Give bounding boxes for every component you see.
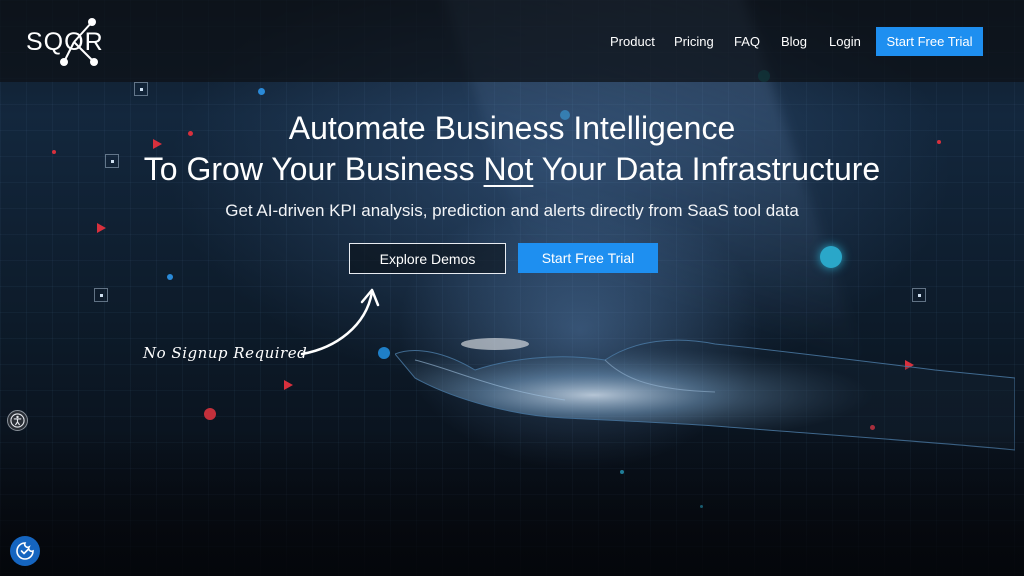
hero-start-free-trial-button[interactable]: Start Free Trial [518, 243, 658, 273]
particle-dot [820, 246, 842, 268]
headline-line-1: Automate Business Intelligence [288, 110, 736, 146]
particle-dot [204, 408, 216, 420]
accessibility-figure-icon [10, 413, 25, 428]
particle-triangle [97, 223, 106, 233]
sqor-logo[interactable]: SQOR [26, 16, 110, 68]
no-signup-note: No Signup Required [143, 344, 308, 362]
site-header: SQOR Product Pricing FAQ Blog Login Star… [0, 0, 1024, 82]
headline-line-2-end: Your Data Infrastructure [533, 151, 881, 187]
bottom-shade [0, 430, 1024, 576]
hero-background [0, 0, 1024, 576]
accessibility-icon[interactable] [7, 410, 28, 431]
nav-faq[interactable]: FAQ [734, 34, 760, 49]
particle-triangle [284, 380, 293, 390]
cookie-check-icon [16, 542, 34, 560]
curved-arrow-icon [300, 288, 380, 356]
headline-line-2: To Grow Your Business Not Your Data Infr… [0, 151, 1024, 188]
nav-login[interactable]: Login [829, 34, 861, 49]
headline-line-2-start: To Grow Your Business [143, 151, 484, 187]
data-node-square [94, 288, 108, 302]
explore-demos-button[interactable]: Explore Demos [349, 243, 506, 274]
cookie-consent-icon[interactable] [10, 536, 40, 566]
nav-product[interactable]: Product [610, 34, 655, 49]
nav-pricing[interactable]: Pricing [674, 34, 714, 49]
nav-blog[interactable]: Blog [781, 34, 807, 49]
particle-dot [258, 88, 265, 95]
data-node-square [912, 288, 926, 302]
data-node-square [134, 82, 148, 96]
header-start-free-trial-button[interactable]: Start Free Trial [876, 27, 983, 56]
particle-dot [167, 274, 173, 280]
headline-emphasis: Not [483, 151, 534, 187]
subheadline: Get AI-driven KPI analysis, prediction a… [225, 201, 799, 220]
network-nodes-icon [60, 18, 98, 66]
